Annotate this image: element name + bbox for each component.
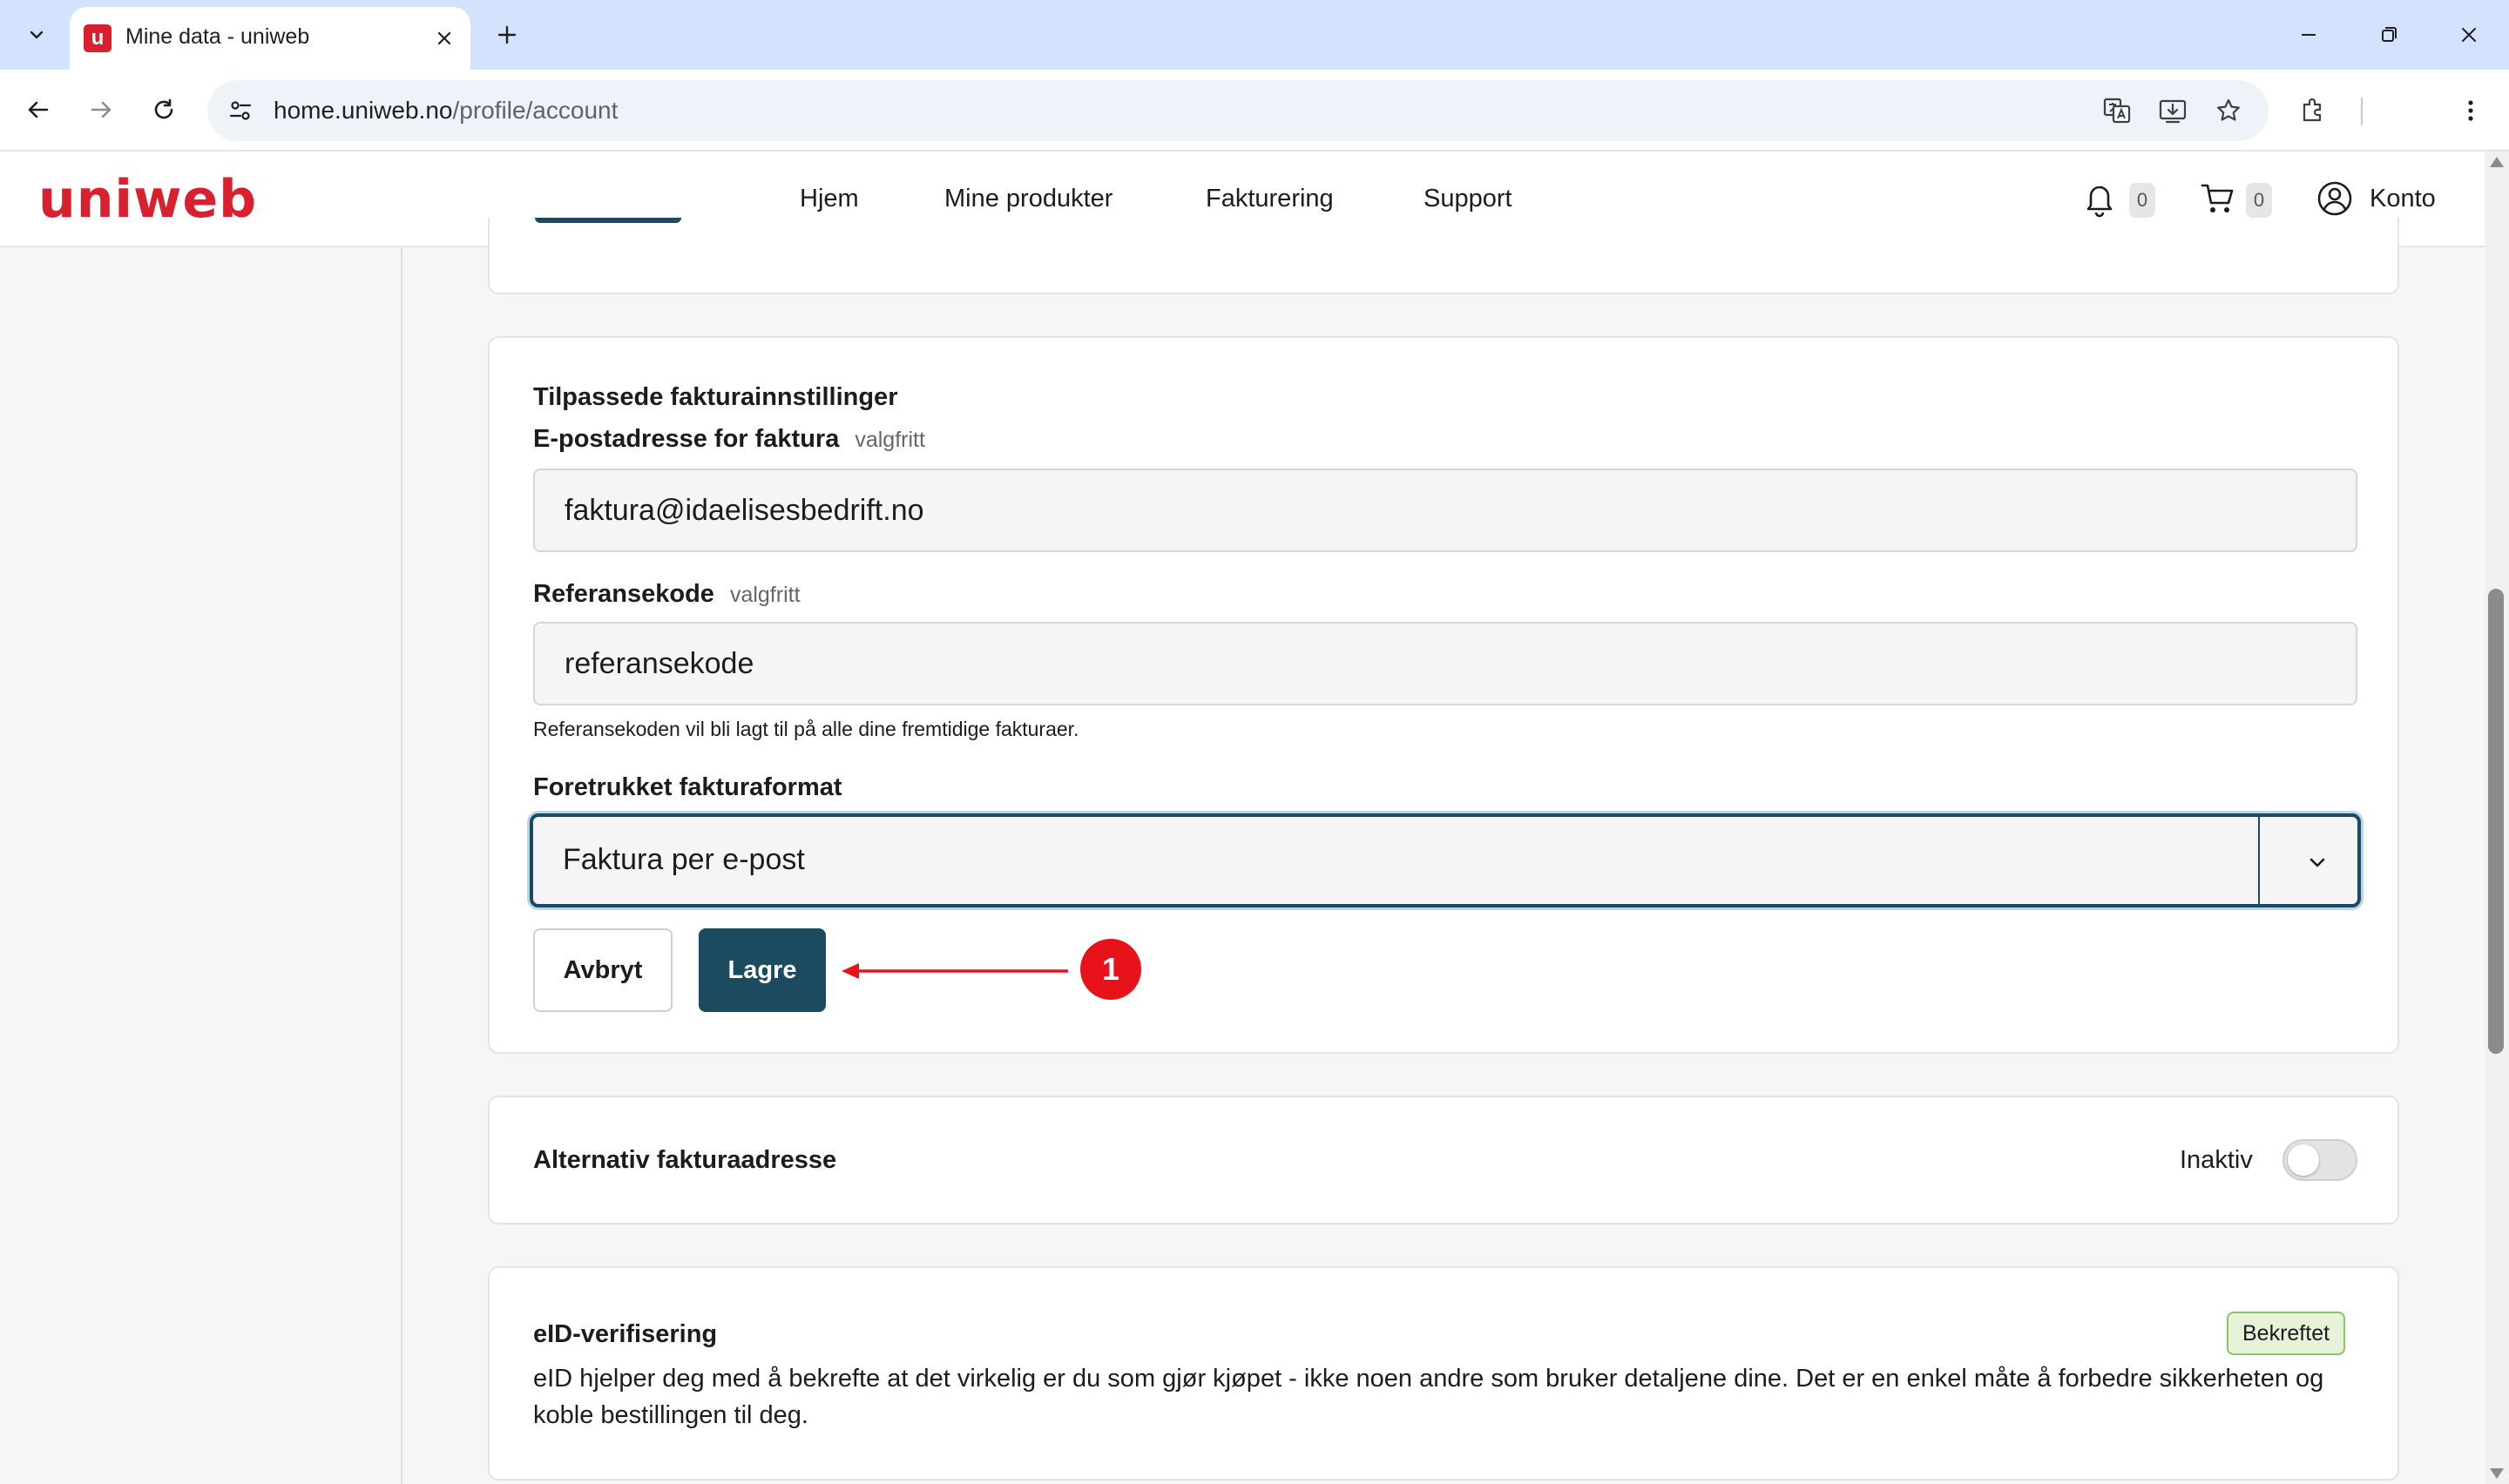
reference-label-text: Referansekode (533, 580, 714, 608)
close-icon (2462, 28, 2476, 42)
minimize-button[interactable] (2282, 14, 2335, 56)
site-info-icon[interactable] (223, 93, 258, 128)
minimize-icon (2302, 34, 2316, 36)
url-text: home.uniweb.no/profile/account (274, 97, 618, 125)
email-label-text: E-postadresse for faktura (533, 425, 840, 453)
user-circle-icon (2317, 181, 2352, 216)
left-sidebar (0, 247, 402, 1484)
invoice-format-value: Faktura per e-post (563, 843, 805, 876)
cart-button[interactable] (2197, 178, 2239, 219)
save-button[interactable]: Lagre (699, 928, 826, 1012)
close-icon (437, 31, 451, 45)
email-optional-hint: valgfritt (855, 428, 925, 452)
browser-toolbar: home.uniweb.no/profile/account (0, 70, 2509, 152)
invoice-settings-card: Tilpassede fakturainnstillinger E-postad… (488, 336, 2399, 1054)
format-label: Foretrukket fakturaformat (533, 773, 842, 801)
cart-count-badge: 0 (2246, 183, 2272, 218)
restore-icon (2382, 27, 2397, 42)
tab-title: Mine data - uniweb (125, 24, 310, 49)
eid-description: eID hjelper deg med å bekrefte at det vi… (533, 1365, 2324, 1429)
reference-label: Referansekode valgfritt (533, 580, 801, 609)
scroll-down-arrow-icon[interactable] (2490, 1468, 2504, 1479)
forward-button[interactable] (78, 87, 124, 132)
page-scrollbar[interactable] (2485, 152, 2509, 1484)
alt-address-title: Alternativ fakturaadresse (533, 1146, 837, 1174)
clipped-button[interactable] (535, 218, 681, 223)
new-tab-button[interactable] (488, 16, 526, 54)
account-label[interactable]: Konto (2370, 185, 2436, 213)
window-close-button[interactable] (2443, 14, 2495, 56)
reload-button[interactable] (141, 87, 186, 132)
alt-address-card: Alternativ fakturaadresse Inaktiv (488, 1096, 2399, 1224)
url-path: /profile/account (452, 97, 619, 124)
arrow-left-icon (28, 101, 49, 118)
eid-status-badge: Bekreftet (2227, 1312, 2346, 1355)
bell-icon (2086, 186, 2113, 218)
plus-icon (497, 25, 517, 44)
bookmark-star-icon[interactable] (2209, 91, 2248, 130)
install-app-icon[interactable] (2154, 91, 2192, 130)
reference-help-text: Referansekoden vil bli lagt til på alle … (533, 718, 1079, 740)
toolbar-separator (2361, 98, 2363, 125)
invoice-settings-heading: Tilpassede fakturainnstillinger (533, 383, 898, 411)
scrollbar-thumb[interactable] (2488, 589, 2504, 1054)
nav-link-hjem[interactable]: Hjem (800, 185, 859, 213)
email-label: E-postadresse for faktura valgfritt (533, 425, 925, 454)
address-bar[interactable]: home.uniweb.no/profile/account (207, 80, 2269, 141)
chevron-down-icon (2302, 847, 2333, 878)
browser-tab-strip: u Mine data - uniweb (0, 0, 2509, 70)
account-button[interactable] (2314, 178, 2356, 219)
select-divider (2258, 817, 2260, 904)
uniweb-logo[interactable]: uniweb (38, 169, 257, 230)
previous-section-card (488, 218, 2399, 294)
nav-link-fakturering[interactable]: Fakturering (1206, 185, 1334, 213)
favicon-icon: u (84, 24, 112, 52)
scroll-up-arrow-icon[interactable] (2490, 157, 2504, 167)
restore-button[interactable] (2363, 14, 2415, 56)
reference-code-input[interactable]: referansekode (533, 622, 2357, 705)
eid-card: eID-verifisering Bekreftet eID hjelper d… (488, 1266, 2399, 1481)
invoice-email-input[interactable]: faktura@idaelisesbedrift.no (533, 469, 2357, 552)
invoice-format-select[interactable]: Faktura per e-post (530, 813, 2361, 907)
notification-count-badge: 0 (2129, 183, 2155, 218)
nav-link-support[interactable]: Support (1424, 185, 1512, 213)
cancel-button[interactable]: Avbryt (533, 928, 673, 1012)
eid-title: eID-verifisering (533, 1320, 718, 1348)
annotation-step-badge: 1 (1080, 939, 1141, 1000)
chevron-down-icon (30, 30, 44, 39)
alt-address-status: Inaktiv (2180, 1146, 2253, 1174)
cart-icon (2201, 184, 2234, 212)
back-button[interactable] (16, 87, 61, 132)
extensions-button[interactable] (2291, 88, 2337, 133)
url-host: home.uniweb.no (274, 97, 453, 124)
translate-icon[interactable] (2098, 91, 2136, 130)
nav-link-mine-produkter[interactable]: Mine produkter (944, 185, 1112, 213)
browser-menu-button[interactable] (2448, 88, 2493, 133)
arrow-right-icon (91, 101, 112, 118)
notifications-button[interactable] (2079, 178, 2120, 219)
alt-address-toggle[interactable] (2282, 1139, 2357, 1181)
annotation-arrow (842, 963, 1068, 979)
more-vertical-icon (2468, 100, 2473, 121)
browser-tab-active[interactable]: u Mine data - uniweb (70, 7, 470, 70)
reference-optional-hint: valgfritt (729, 583, 801, 607)
toggle-knob (2288, 1144, 2319, 1176)
puzzle-icon (2303, 98, 2322, 122)
tab-search-button[interactable] (12, 10, 61, 59)
reload-icon (154, 98, 173, 119)
tab-close-button[interactable] (427, 21, 462, 56)
